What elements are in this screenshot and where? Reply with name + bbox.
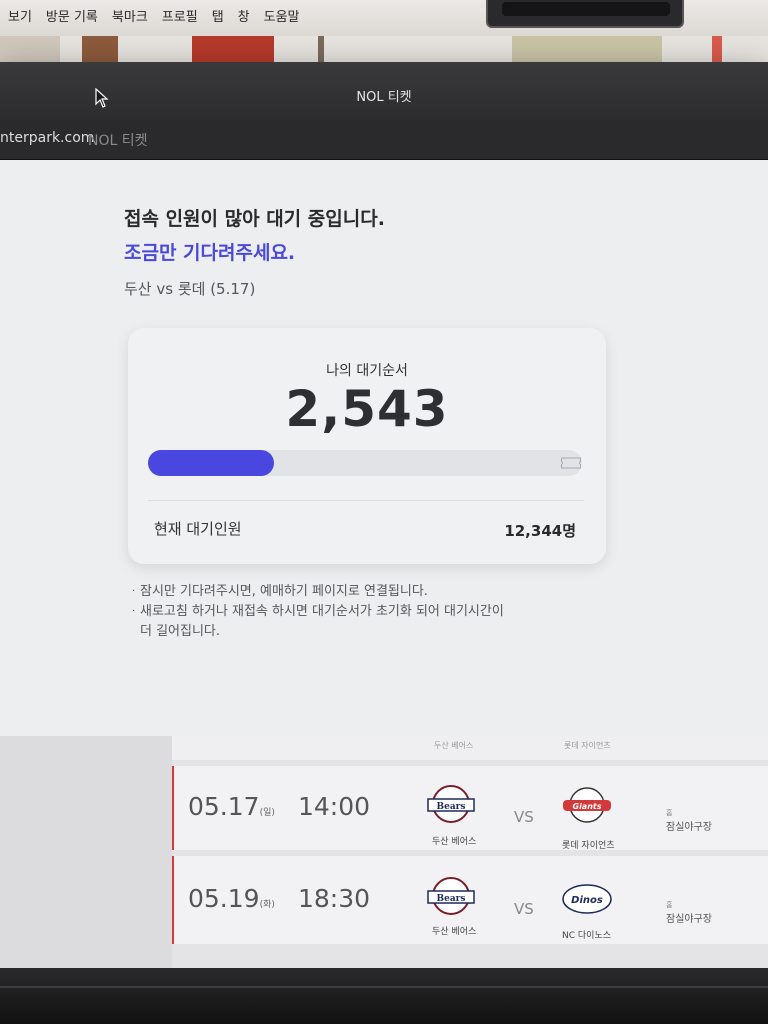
menu-items: 보기 방문 기록 북마크 프로필 탭 창 도움말: [8, 6, 300, 25]
game-date: 05.17(일): [188, 792, 275, 821]
menu-tab[interactable]: 탭: [212, 6, 224, 25]
svg-text:Bears: Bears: [437, 802, 466, 812]
monitor-bezel: [0, 968, 768, 1024]
menu-profiles[interactable]: 프로필: [162, 6, 198, 25]
background-page-strip: [0, 36, 768, 62]
queue-subline: 조금만 기다려주세요.: [124, 242, 296, 264]
window-titlebar[interactable]: NOL 티켓: [0, 62, 768, 120]
menu-bookmarks[interactable]: 북마크: [112, 6, 148, 25]
my-order-label: 나의 대기순서: [326, 363, 408, 379]
peek-team-a: 두산 베어스: [434, 741, 474, 750]
window-title: NOL 티켓: [356, 90, 412, 105]
team-b-name: NC 다이노스: [562, 931, 611, 941]
game-date: 05.19(화): [188, 884, 275, 913]
mac-menu-bar: 보기 방문 기록 북마크 프로필 탭 창 도움말: [0, 0, 768, 36]
svg-text:Giants: Giants: [573, 802, 602, 811]
bears-logo-icon: Bears: [427, 877, 475, 915]
current-waiting-label: 현재 대기인원: [154, 520, 242, 538]
peek-team-b: 롯데 자이언츠: [564, 741, 611, 750]
schedule-row-peek: 두산 베어스 롯데 자이언츠: [172, 736, 768, 760]
queue-progress-fill: [148, 450, 274, 476]
team-b-name: 롯데 자이언츠: [562, 841, 615, 851]
vs-label: VS: [514, 900, 534, 918]
menu-help[interactable]: 도움말: [264, 6, 300, 25]
game-row[interactable]: 05.17(일) 14:00 Bears 두산 베어스 VS Giants 롯데…: [172, 766, 768, 851]
background-game-schedule: 두산 베어스 롯데 자이언츠 05.17(일) 14:00 Bears 두산 베…: [0, 736, 768, 968]
queue-popup-window: NOL 티켓 nterpark.com NOL 티켓 접속 인원이 많아 대기 …: [0, 62, 768, 754]
queue-page: 접속 인원이 많아 대기 중입니다. 조금만 기다려주세요. 두산 vs 롯데 …: [0, 160, 768, 754]
note-item: · 새로고침 하거나 재접속 하시면 대기순서가 초기화 되어 대기시간이 더 길…: [132, 602, 504, 642]
ticket-icon: [561, 457, 581, 469]
site-name: NOL 티켓: [88, 133, 148, 149]
note-text-continued: 더 길어집니다.: [140, 624, 221, 639]
menu-window[interactable]: 창: [238, 6, 250, 25]
vs-label: VS: [514, 808, 534, 826]
menu-view[interactable]: 보기: [8, 6, 32, 25]
svg-text:Dinos: Dinos: [571, 895, 603, 906]
note-text: 새로고침 하거나 재접속 하시면 대기순서가 초기화 되어 대기시간이: [140, 604, 504, 619]
card-divider: [148, 500, 584, 501]
venue: 홈 잠실야구장: [666, 901, 712, 925]
note-text: 잠시만 기다려주시면, 예매하기 페이지로 연결됩니다.: [140, 584, 428, 599]
game-time: 14:00: [298, 792, 371, 821]
team-a-name: 두산 베어스: [432, 837, 477, 847]
queue-headline: 접속 인원이 많아 대기 중입니다.: [124, 208, 385, 230]
address-bar[interactable]: nterpark.com NOL 티켓: [0, 120, 768, 160]
game-row[interactable]: 05.19(화) 18:30 Bears 두산 베어스 VS Dinos NC …: [172, 856, 768, 944]
menu-history[interactable]: 방문 기록: [46, 6, 98, 25]
dinos-logo-icon: Dinos: [562, 884, 612, 914]
venue: 홈 잠실야구장: [666, 809, 712, 833]
game-time: 18:30: [298, 884, 371, 913]
queue-notes: · 잠시만 기다려주시면, 예매하기 페이지로 연결됩니다. · 새로고침 하거나 …: [132, 582, 504, 642]
team-a-name: 두산 베어스: [432, 927, 477, 937]
svg-text:Bears: Bears: [437, 894, 466, 904]
queue-progress-bar: [148, 450, 582, 476]
url-text[interactable]: nterpark.com: [0, 130, 94, 146]
giants-logo-icon: Giants: [563, 787, 611, 823]
match-info: 두산 vs 롯데 (5.17): [124, 280, 256, 298]
current-waiting-count: 12,344명: [504, 522, 576, 540]
queue-status-card: 나의 대기순서 2,543 현재 대기인원 12,344명: [128, 328, 606, 564]
my-order-number: 2,543: [285, 380, 449, 438]
bears-logo-icon: Bears: [427, 785, 475, 823]
note-item: · 잠시만 기다려주시면, 예매하기 페이지로 연결됩니다.: [132, 584, 428, 599]
menubar-status-widget: [486, 0, 684, 28]
